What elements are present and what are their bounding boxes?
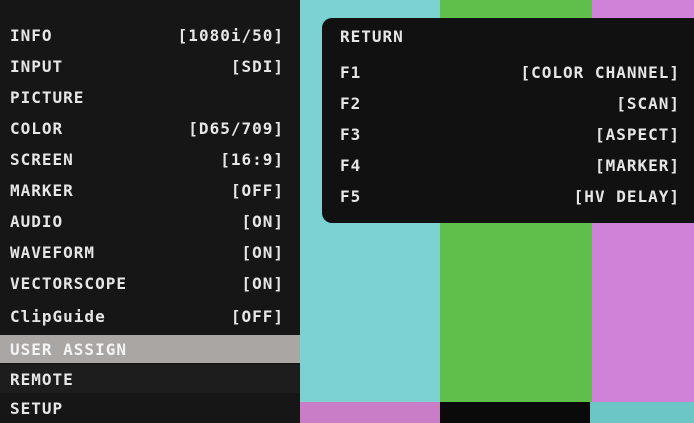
- menu-item-user-assign[interactable]: USER ASSIGN: [0, 335, 300, 363]
- menu-item-label: INFO: [10, 25, 53, 45]
- submenu-value: [HV DELAY]: [573, 186, 680, 206]
- menu-item-value: [SDI]: [230, 56, 284, 76]
- menu-item-value: [16:9]: [220, 149, 284, 169]
- submenu-key: RETURN: [340, 26, 404, 46]
- menu-item-label: WAVEFORM: [10, 242, 96, 262]
- menu-item-color[interactable]: COLOR [D65/709]: [0, 114, 300, 142]
- menu-item-value: [OFF]: [230, 180, 284, 200]
- submenu-value: [ASPECT]: [594, 124, 680, 144]
- user-assign-submenu: RETURN F1 [COLOR CHANNEL] F2 [SCAN] F3 […: [322, 18, 694, 223]
- menu-item-value: [ON]: [241, 273, 284, 293]
- submenu-key: F4: [340, 155, 362, 175]
- bottom-cyan-bar: [590, 402, 694, 423]
- menu-item-label: REMOTE: [10, 369, 74, 389]
- submenu-item-f2[interactable]: F2 [SCAN]: [322, 89, 694, 117]
- menu-item-audio[interactable]: AUDIO [ON]: [0, 207, 300, 235]
- bottom-magenta-bar: [300, 402, 440, 423]
- menu-item-label: PICTURE: [10, 87, 85, 107]
- menu-item-label: AUDIO: [10, 211, 64, 231]
- menu-item-screen[interactable]: SCREEN [16:9]: [0, 145, 300, 173]
- submenu-item-f1[interactable]: F1 [COLOR CHANNEL]: [322, 58, 694, 86]
- menu-item-label: SETUP: [10, 398, 64, 418]
- menu-item-value: [ON]: [241, 242, 284, 262]
- menu-item-info[interactable]: INFO [1080i/50]: [0, 21, 300, 49]
- menu-item-picture[interactable]: PICTURE: [0, 83, 300, 111]
- menu-item-value: [OFF]: [230, 306, 284, 326]
- submenu-value: [MARKER]: [594, 155, 680, 175]
- main-menu: INFO [1080i/50] INPUT [SDI] PICTURE COLO…: [0, 0, 300, 423]
- menu-item-label: COLOR: [10, 118, 64, 138]
- menu-item-label: VECTORSCOPE: [10, 273, 127, 293]
- menu-item-input[interactable]: INPUT [SDI]: [0, 52, 300, 80]
- bottom-black-bar: [440, 402, 590, 423]
- submenu-key: F3: [340, 124, 362, 144]
- menu-item-clipguide[interactable]: ClipGuide [OFF]: [0, 302, 300, 330]
- menu-item-label: INPUT: [10, 56, 64, 76]
- submenu-key: F2: [340, 93, 362, 113]
- menu-item-value: [D65/709]: [188, 118, 284, 138]
- submenu-item-f3[interactable]: F3 [ASPECT]: [322, 120, 694, 148]
- submenu-item-f4[interactable]: F4 [MARKER]: [322, 151, 694, 179]
- submenu-item-return[interactable]: RETURN: [322, 22, 694, 50]
- menu-item-remote[interactable]: REMOTE: [0, 365, 300, 393]
- menu-item-label: USER ASSIGN: [10, 339, 127, 359]
- menu-item-label: SCREEN: [10, 149, 74, 169]
- menu-item-vectorscope[interactable]: VECTORSCOPE [ON]: [0, 269, 300, 297]
- submenu-item-f5[interactable]: F5 [HV DELAY]: [322, 182, 694, 210]
- menu-item-marker[interactable]: MARKER [OFF]: [0, 176, 300, 204]
- menu-item-waveform[interactable]: WAVEFORM [ON]: [0, 238, 300, 266]
- submenu-key: F1: [340, 62, 362, 82]
- menu-item-label: ClipGuide: [10, 306, 106, 326]
- menu-item-value: [1080i/50]: [177, 25, 284, 45]
- menu-item-value: [ON]: [241, 211, 284, 231]
- submenu-value: [COLOR CHANNEL]: [520, 62, 680, 82]
- submenu-key: F5: [340, 186, 362, 206]
- menu-item-setup[interactable]: SETUP: [0, 394, 300, 422]
- submenu-value: [SCAN]: [616, 93, 680, 113]
- menu-item-label: MARKER: [10, 180, 74, 200]
